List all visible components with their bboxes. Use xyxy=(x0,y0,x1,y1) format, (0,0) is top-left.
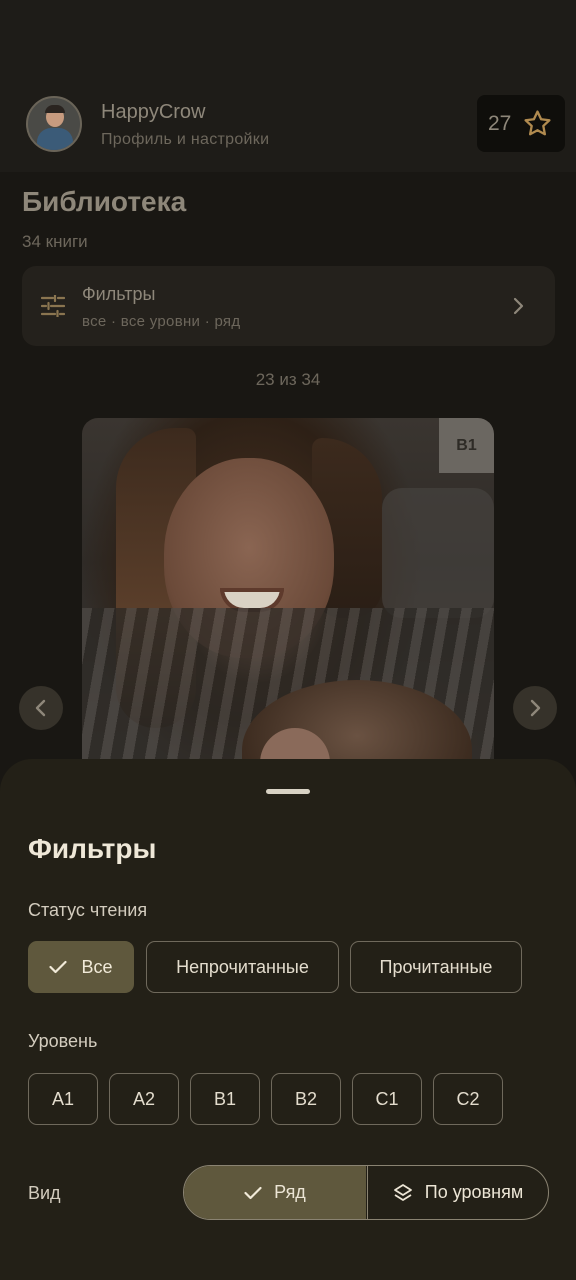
chevron-left-icon xyxy=(35,699,46,717)
status-chip-all[interactable]: Все xyxy=(28,941,134,993)
level-chip-label: B1 xyxy=(213,1088,237,1109)
book-cover[interactable]: B1 xyxy=(82,418,494,778)
star-icon xyxy=(524,110,551,136)
next-book-button[interactable] xyxy=(513,686,557,730)
pager-text: 23 из 34 xyxy=(255,370,321,389)
check-icon xyxy=(49,960,68,974)
level-chip-a1[interactable]: A1 xyxy=(28,1073,98,1125)
drag-handle[interactable] xyxy=(266,789,310,794)
view-option-label: Ряд xyxy=(274,1182,306,1202)
level-chip-label: C2 xyxy=(456,1088,480,1109)
sheet-title: Фильтры xyxy=(28,833,157,864)
status-chip-read[interactable]: Прочитанные xyxy=(350,941,522,993)
level-chip-b2[interactable]: B2 xyxy=(271,1073,341,1125)
status-chip-label: Непрочитанные xyxy=(176,956,309,977)
layers-icon xyxy=(393,1183,412,1201)
view-option-row[interactable]: Ряд xyxy=(184,1166,366,1219)
status-chip-unread[interactable]: Непрочитанные xyxy=(146,941,339,993)
status-chip-label: Прочитанные xyxy=(379,956,493,977)
page-title: Библиотека xyxy=(22,186,187,217)
book-level-badge: B1 xyxy=(439,418,494,473)
level-label: Уровень xyxy=(28,1031,98,1051)
chevron-right-icon xyxy=(530,699,541,717)
check-icon xyxy=(244,1186,262,1199)
profile-header[interactable]: HappyCrow Профиль и настройки 27 xyxy=(0,0,576,172)
book-count: 34 книги xyxy=(22,232,88,251)
stars-badge[interactable]: 27 xyxy=(477,95,565,152)
view-toggle: Ряд По уровням xyxy=(183,1165,549,1220)
view-label: Вид xyxy=(28,1183,61,1203)
avatar[interactable] xyxy=(26,96,82,152)
level-chip-b1[interactable]: B1 xyxy=(190,1073,260,1125)
level-chip-label: A2 xyxy=(132,1088,156,1109)
filters-bottom-sheet: Фильтры Статус чтения Все Непрочитанные … xyxy=(0,759,576,1280)
previous-book-button[interactable] xyxy=(19,686,63,730)
level-chip-label: B2 xyxy=(294,1088,318,1109)
filters-summary: все · все уровни · ряд xyxy=(82,313,241,330)
level-chip-c1[interactable]: C1 xyxy=(352,1073,422,1125)
user-name[interactable]: HappyCrow xyxy=(101,101,205,124)
profile-settings-link[interactable]: Профиль и настройки xyxy=(101,131,269,149)
filters-card[interactable]: Фильтры все · все уровни · ряд xyxy=(22,266,555,346)
filters-title: Фильтры xyxy=(82,284,156,304)
sliders-icon xyxy=(41,295,65,317)
stars-count: 27 xyxy=(488,112,512,135)
level-chip-label: A1 xyxy=(51,1088,75,1109)
status-chip-label: Все xyxy=(81,956,113,977)
level-chip-a2[interactable]: A2 xyxy=(109,1073,179,1125)
reading-status-label: Статус чтения xyxy=(28,900,148,920)
level-chip-label: C1 xyxy=(375,1088,399,1109)
chevron-right-icon xyxy=(513,297,524,315)
level-chip-c2[interactable]: C2 xyxy=(433,1073,503,1125)
view-option-label: По уровням xyxy=(424,1182,524,1202)
view-option-by-levels[interactable]: По уровням xyxy=(367,1166,548,1219)
